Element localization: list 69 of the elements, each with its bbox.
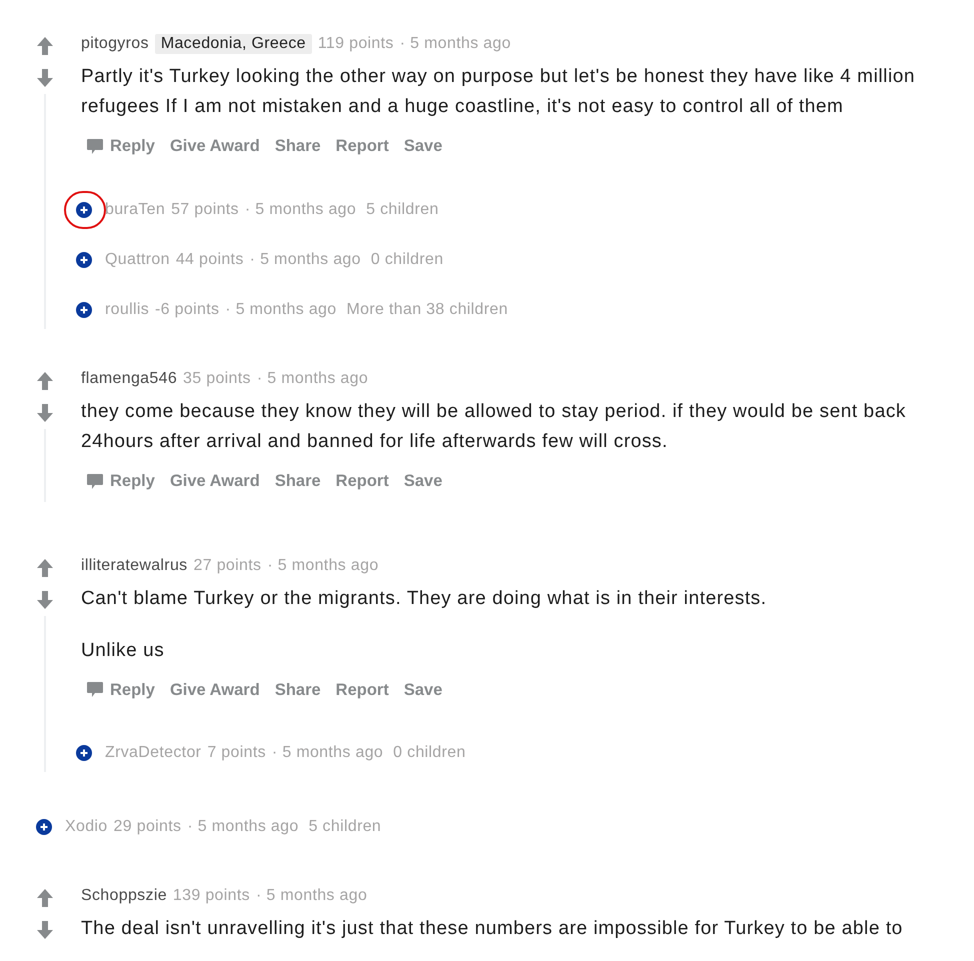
username[interactable]: pitogyros — [81, 34, 149, 54]
timestamp: · 5 months ago — [225, 300, 336, 320]
children-count: 5 children — [308, 817, 382, 838]
points-text: 139 points — [172, 886, 250, 906]
user-flair: Macedonia, Greece — [154, 34, 312, 54]
points-text: 27 points — [194, 556, 262, 576]
expand-icon[interactable] — [36, 819, 52, 836]
expand-icon[interactable] — [76, 252, 92, 268]
points-text: 29 points — [114, 817, 182, 838]
expand-icon[interactable] — [76, 745, 92, 762]
comment-text: The deal isn't unravelling it's just that these numbers are impossible for Turkey to be able to — [81, 917, 904, 942]
username[interactable]: roullis — [105, 300, 150, 320]
timestamp: · 5 months ago — [250, 250, 361, 270]
timestamp: · 5 months ago — [244, 200, 356, 220]
reply-button[interactable]: Reply — [86, 678, 155, 702]
username[interactable]: buraTen — [105, 200, 166, 220]
timestamp: · 5 months ago — [256, 886, 368, 906]
comment-icon — [86, 138, 104, 155]
reply-button[interactable]: Reply — [86, 468, 155, 494]
children-count: 0 children — [393, 743, 466, 764]
upvote-arrow-icon[interactable] — [36, 36, 54, 56]
upvote-arrow-icon[interactable] — [36, 370, 54, 391]
action-button[interactable]: Save — [404, 678, 442, 702]
children-count: 0 children — [370, 250, 444, 270]
action-button[interactable]: Share — [274, 134, 321, 159]
username[interactable]: flamenga546 — [81, 368, 178, 389]
username[interactable]: ZrvaDetector — [105, 743, 202, 764]
timestamp: · 5 months ago — [187, 817, 299, 838]
expand-icon[interactable] — [76, 202, 92, 218]
points-text: -6 points — [155, 300, 220, 320]
points-text: 119 points — [318, 34, 394, 54]
downvote-arrow-icon[interactable] — [36, 68, 54, 88]
expand-icon[interactable] — [76, 302, 92, 318]
children-count: 5 children — [366, 200, 439, 220]
username[interactable]: Quattron — [105, 250, 170, 270]
points-text: 35 points — [183, 368, 251, 389]
comment-text: Unlike us — [81, 638, 166, 662]
upvote-arrow-icon[interactable] — [36, 888, 54, 908]
comment-text: they come because they know they will be allowed to stay period. if they would be sent back 24hours after arrival and banned for life afterwards few will cross. — [81, 400, 907, 454]
action-button[interactable]: Share — [274, 678, 321, 702]
comment-icon — [86, 472, 104, 490]
points-text: 57 points — [171, 200, 239, 220]
action-button[interactable]: Save — [404, 134, 442, 159]
comment-text: Can't blame Turkey or the migrants. They are doing what is in their interests. — [81, 586, 768, 610]
points-text: 7 points — [207, 743, 266, 764]
timestamp: · 5 months ago — [400, 34, 511, 54]
action-button[interactable]: Give Award — [170, 678, 260, 702]
reply-button[interactable]: Reply — [86, 134, 155, 159]
action-button[interactable]: Report — [336, 468, 389, 494]
children-count: More than 38 children — [346, 300, 508, 320]
comment-text: Partly it's Turkey looking the other way on purpose but let's be honest they have like 4 million refugees If I am not mistaken and a huge coastline, it's not easy to control all of them — [81, 65, 916, 119]
timestamp: · 5 months ago — [272, 743, 384, 764]
action-button[interactable]: Save — [404, 468, 442, 494]
downvote-arrow-icon[interactable] — [36, 402, 54, 423]
username[interactable]: Xodio — [65, 817, 108, 838]
action-button[interactable]: Give Award — [170, 134, 260, 159]
action-button[interactable]: Give Award — [170, 468, 260, 494]
username[interactable]: illiteratewalrus — [81, 556, 188, 576]
timestamp: · 5 months ago — [267, 556, 379, 576]
action-button[interactable]: Report — [336, 678, 389, 702]
action-button[interactable]: Share — [274, 468, 321, 494]
timestamp: · 5 months ago — [256, 368, 368, 389]
upvote-arrow-icon[interactable] — [36, 558, 54, 578]
action-button[interactable]: Report — [336, 134, 389, 159]
points-text: 44 points — [176, 250, 244, 270]
comment-icon — [86, 681, 104, 698]
username[interactable]: Schoppszie — [81, 886, 167, 906]
downvote-arrow-icon[interactable] — [36, 590, 54, 610]
downvote-arrow-icon[interactable] — [36, 920, 54, 940]
